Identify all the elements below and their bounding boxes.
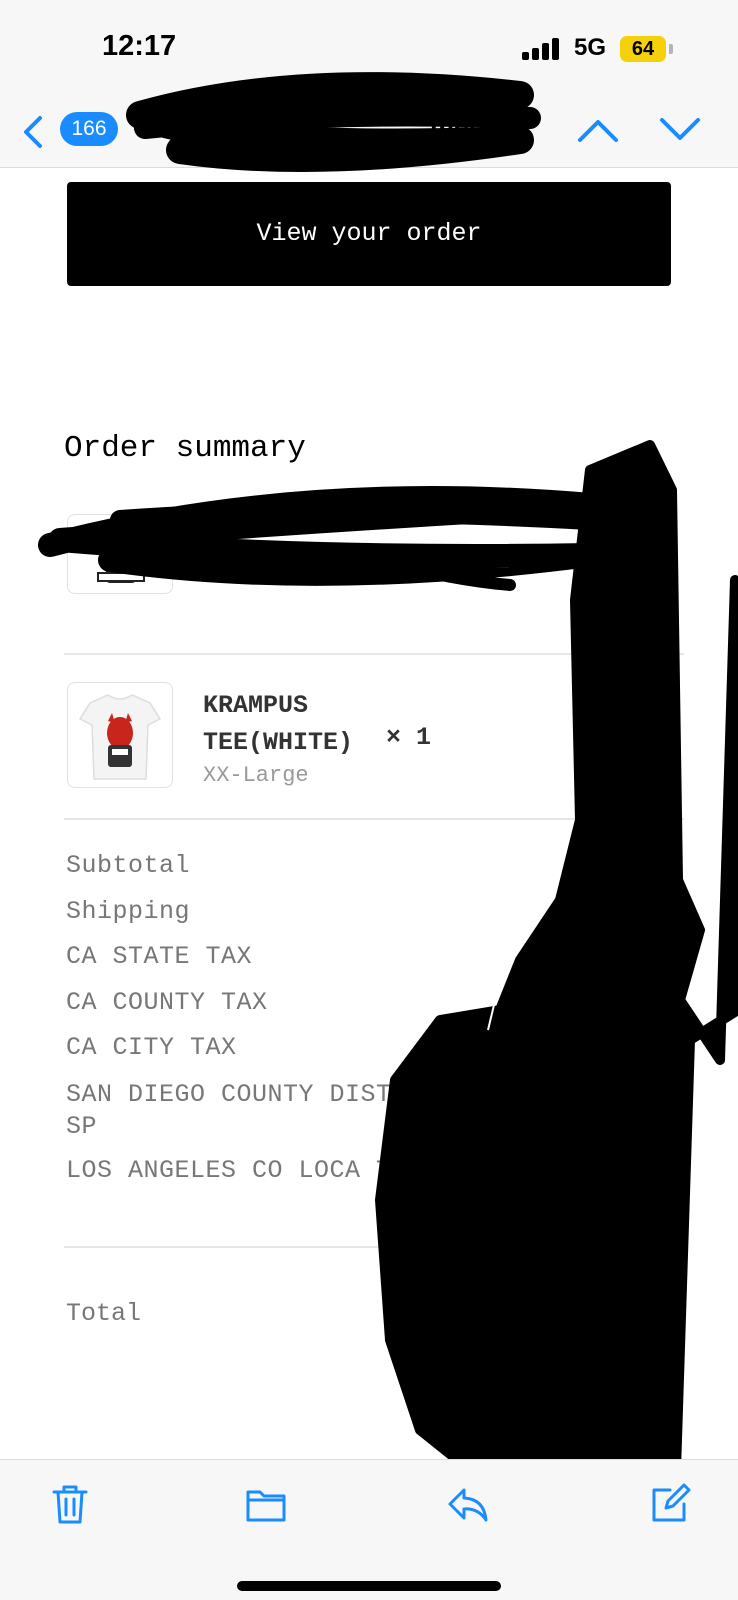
line-item-label: CA STATE TAX [66, 942, 253, 971]
status-time: 12:17 [102, 30, 177, 62]
battery-tip [669, 44, 673, 54]
email-body: View your order Order summary KRAMPUS TE… [0, 169, 738, 1459]
line-item-label: SAN DIEGO COUNTY DISTRIC SP [66, 1080, 439, 1141]
network-type: 5G [574, 34, 607, 61]
divider [64, 653, 684, 655]
nav-subject-title: med [430, 112, 486, 142]
line-item-label: CA CITY TAX [66, 1033, 237, 1062]
view-order-button[interactable]: View your order [67, 182, 671, 286]
divider [64, 818, 684, 820]
chevron-up-icon[interactable] [576, 112, 620, 148]
home-indicator [237, 1581, 501, 1591]
product-quantity: × 1 [386, 723, 432, 752]
divider [64, 1246, 484, 1248]
total-label: Total [66, 1299, 142, 1328]
line-item-label: LOS ANGELES CO LOCA TAX [66, 1156, 423, 1185]
compose-icon[interactable] [648, 1482, 692, 1526]
mail-nav-bar: 166 med [0, 100, 738, 168]
battery-icon: 64 [620, 36, 666, 62]
back-count-badge[interactable]: 166 [60, 112, 118, 146]
trash-icon[interactable] [48, 1482, 92, 1526]
total-value: $ [424, 1287, 446, 1327]
tshirt-image [78, 694, 162, 780]
reply-icon[interactable] [446, 1482, 490, 1526]
chevron-left-icon[interactable] [20, 112, 50, 152]
product-thumbnail [67, 514, 173, 594]
order-summary-heading: Order summary [64, 431, 306, 466]
status-bar: 12:17 5G 64 [0, 0, 738, 100]
line-item-label: CA COUNTY TAX [66, 988, 268, 1017]
line-item-label: Subtotal [66, 851, 191, 880]
chevron-down-icon[interactable] [658, 112, 702, 148]
signal-icon [522, 38, 562, 60]
folder-icon[interactable] [244, 1482, 288, 1526]
product-thumbnail [67, 682, 173, 788]
line-item-label: Shipping [66, 897, 191, 926]
mail-toolbar [0, 1459, 738, 1600]
product-image [97, 529, 145, 583]
product-size: XX-Large [203, 763, 309, 788]
